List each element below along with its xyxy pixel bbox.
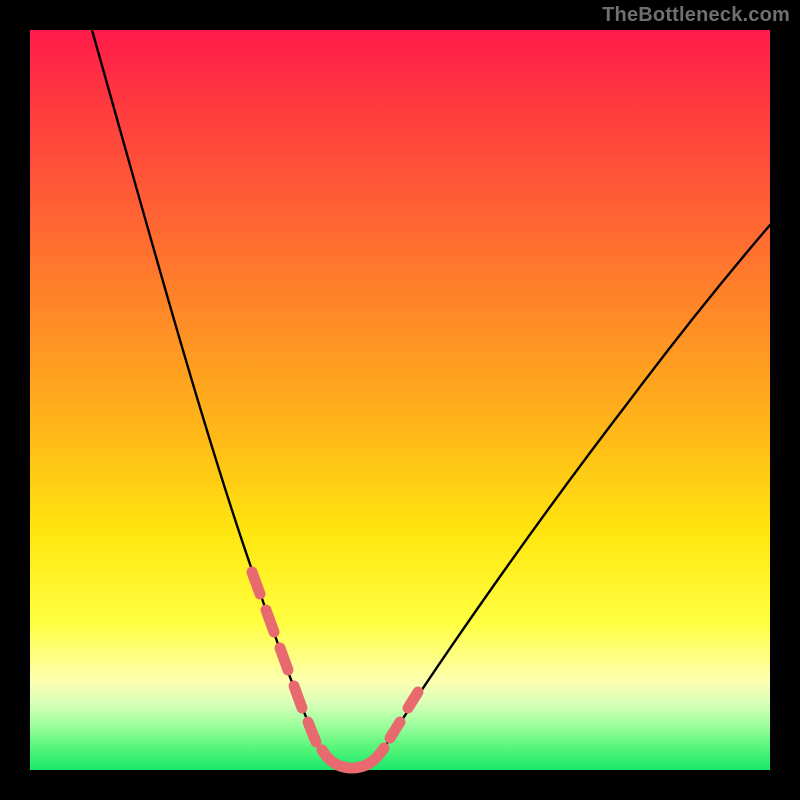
- chart-frame: TheBottleneck.com: [0, 0, 800, 800]
- plot-area: [30, 30, 770, 770]
- bottleneck-curve: [92, 30, 770, 768]
- curve-svg: [30, 30, 770, 770]
- overlay-valley: [322, 748, 384, 768]
- watermark-text: TheBottleneck.com: [602, 4, 790, 27]
